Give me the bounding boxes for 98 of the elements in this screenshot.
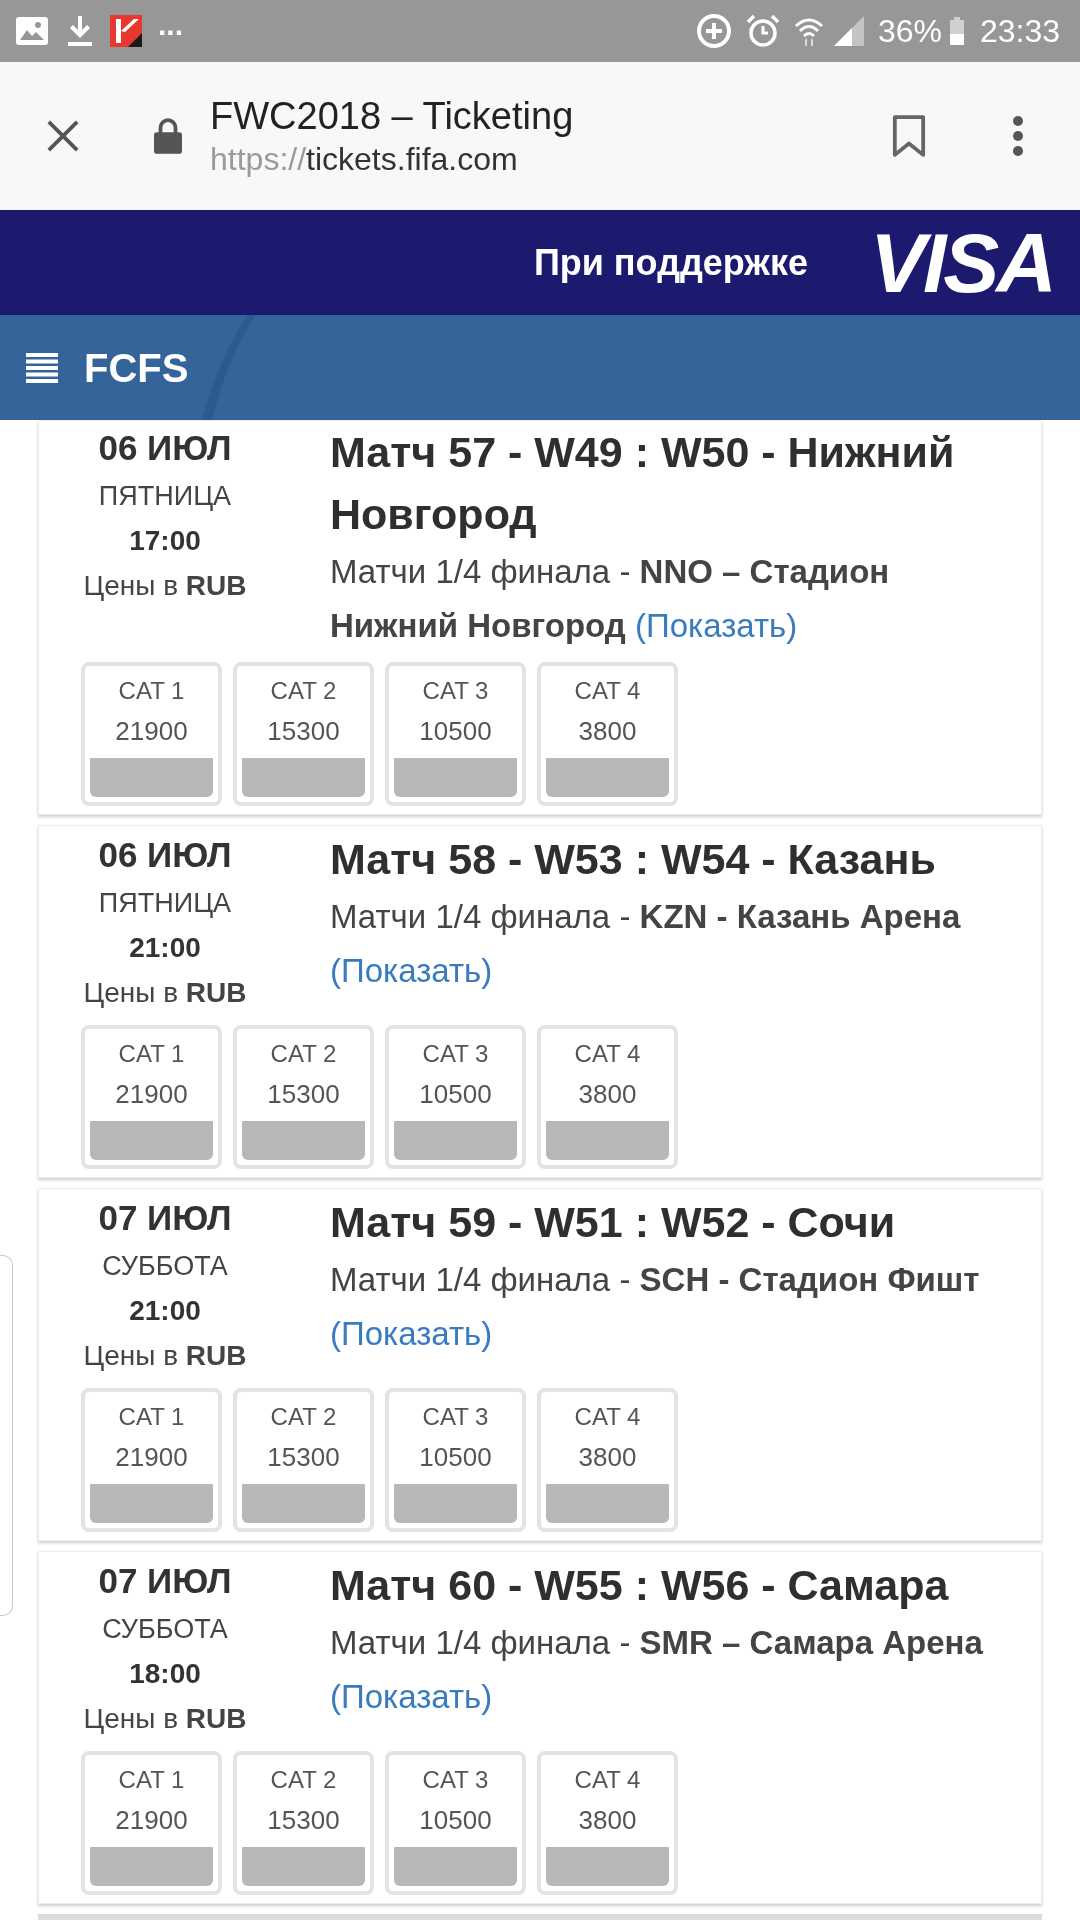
category-label: CAT 3 xyxy=(422,1039,489,1069)
match-weekday: СУББОТА xyxy=(102,1613,228,1646)
category-price: 10500 xyxy=(419,1078,492,1111)
category-label: CAT 2 xyxy=(270,676,337,706)
category-label: CAT 1 xyxy=(118,1402,185,1432)
category-tile[interactable]: CAT 1 21900 xyxy=(81,1025,222,1169)
show-link[interactable]: (Показать) xyxy=(330,952,493,989)
page-title: FWC2018 – Ticketing xyxy=(210,94,574,139)
category-tile[interactable]: CAT 4 3800 xyxy=(537,1025,678,1169)
edge-panel-handle[interactable] xyxy=(0,1255,13,1616)
match-venue: Матчи 1/4 финала - SCH - Стадион Фишт (Показать) xyxy=(330,1260,981,1354)
category-label: CAT 4 xyxy=(574,1402,641,1432)
page-url[interactable]: https://tickets.fifa.com xyxy=(210,139,574,179)
category-label: CAT 2 xyxy=(270,1765,337,1795)
show-link[interactable]: (Показать) xyxy=(634,607,798,644)
category-tile[interactable]: CAT 3 10500 xyxy=(385,662,526,806)
menu-icon[interactable] xyxy=(26,352,58,383)
category-label: CAT 3 xyxy=(422,1765,489,1795)
sponsor-label: При поддержке xyxy=(533,240,808,285)
alarm-clock-icon xyxy=(745,14,780,48)
category-price: 21900 xyxy=(115,1804,188,1837)
category-price: 10500 xyxy=(419,1804,492,1837)
match-weekday: ПЯТНИЦА xyxy=(98,480,232,513)
category-label: CAT 3 xyxy=(422,1402,489,1432)
price-currency: Цены в RUB xyxy=(83,976,247,1010)
match-weekday: ПЯТНИЦА xyxy=(98,887,232,920)
battery-icon xyxy=(949,17,964,45)
signal-icon xyxy=(833,16,864,46)
category-tile[interactable]: CAT 2 15300 xyxy=(233,1388,374,1532)
category-label: CAT 4 xyxy=(574,1765,641,1795)
category-tile[interactable]: CAT 4 3800 xyxy=(537,662,678,806)
price-currency: Цены в RUB xyxy=(83,1702,247,1736)
category-price: 15300 xyxy=(267,1441,340,1474)
close-icon[interactable] xyxy=(46,119,80,153)
clock-time: 23:33 xyxy=(979,13,1060,49)
category-price: 21900 xyxy=(115,1078,188,1111)
category-label: CAT 2 xyxy=(270,1039,337,1069)
match-title: Матч 57 - W49 : W50 - Нижний Новгород xyxy=(330,427,956,540)
lock-icon[interactable] xyxy=(154,118,182,154)
category-price: 3800 xyxy=(578,1804,637,1837)
category-price: 10500 xyxy=(419,1441,492,1474)
category-price: 21900 xyxy=(115,715,188,748)
match-date: 06 ИЮЛ xyxy=(98,834,232,876)
bookmark-icon[interactable] xyxy=(892,114,926,158)
match-title: Матч 58 - W53 : W54 - Казань xyxy=(330,834,937,885)
category-tile[interactable]: CAT 2 15300 xyxy=(233,1025,374,1169)
match-venue: Матчи 1/4 финала - NNO – Стадион Нижний Новгород (Показать) xyxy=(330,552,891,646)
match-time: 21:00 xyxy=(129,931,201,965)
more-notifications-text: ... xyxy=(158,10,183,43)
match-time: 21:00 xyxy=(129,1294,201,1328)
category-tile[interactable]: CAT 3 10500 xyxy=(385,1388,526,1532)
sponsor-logo: VISA xyxy=(869,220,1054,305)
category-tile[interactable]: CAT 3 10500 xyxy=(385,1025,526,1169)
match-title: Матч 59 - W51 : W52 - Сочи xyxy=(330,1197,897,1248)
price-currency: Цены в RUB xyxy=(83,569,247,603)
match-date: 07 ИЮЛ xyxy=(98,1197,232,1239)
category-tile[interactable]: CAT 1 21900 xyxy=(81,1388,222,1532)
match-venue: Матчи 1/4 финала - KZN - Казань Арена (Показать) xyxy=(330,897,962,991)
category-price: 15300 xyxy=(267,1078,340,1111)
category-tile[interactable]: CAT 2 15300 xyxy=(233,662,374,806)
battery-percent: 36% xyxy=(877,13,942,49)
plus-circle-icon xyxy=(695,13,732,49)
category-price: 3800 xyxy=(578,1441,637,1474)
price-currency: Цены в RUB xyxy=(83,1339,247,1373)
show-link[interactable]: (Показать) xyxy=(330,1678,493,1715)
more-vertical-icon[interactable] xyxy=(1012,115,1024,157)
category-label: CAT 1 xyxy=(118,676,185,706)
category-label: CAT 1 xyxy=(118,1039,185,1069)
category-label: CAT 3 xyxy=(422,676,489,706)
category-tile[interactable]: CAT 2 15300 xyxy=(233,1751,374,1895)
category-label: CAT 4 xyxy=(574,676,641,706)
category-price: 3800 xyxy=(578,715,637,748)
app-icon xyxy=(110,15,142,47)
match-weekday: СУББОТА xyxy=(102,1250,228,1283)
category-label: CAT 1 xyxy=(118,1765,185,1795)
download-icon xyxy=(68,16,92,46)
match-time: 17:00 xyxy=(129,524,201,558)
image-icon xyxy=(16,17,48,45)
show-link[interactable]: (Показать) xyxy=(330,1315,493,1352)
category-price: 3800 xyxy=(578,1078,637,1111)
match-time: 18:00 xyxy=(129,1657,201,1691)
wifi-icon xyxy=(793,16,824,46)
match-date: 07 ИЮЛ xyxy=(98,1560,232,1602)
category-tile[interactable]: CAT 4 3800 xyxy=(537,1388,678,1532)
nav-title: FCFS xyxy=(84,344,189,392)
category-price: 10500 xyxy=(419,715,492,748)
category-tile[interactable]: CAT 4 3800 xyxy=(537,1751,678,1895)
category-tile[interactable]: CAT 1 21900 xyxy=(81,662,222,806)
match-date: 06 ИЮЛ xyxy=(98,427,232,469)
category-tile[interactable]: CAT 3 10500 xyxy=(385,1751,526,1895)
category-tile[interactable]: CAT 1 21900 xyxy=(81,1751,222,1895)
match-venue: Матчи 1/4 финала - SMR – Самара Арена (Показать) xyxy=(330,1623,984,1717)
category-price: 15300 xyxy=(267,1804,340,1837)
category-price: 15300 xyxy=(267,715,340,748)
category-label: CAT 4 xyxy=(574,1039,641,1069)
match-title: Матч 60 - W55 : W56 - Самара xyxy=(330,1560,950,1611)
category-label: CAT 2 xyxy=(270,1402,337,1432)
category-price: 21900 xyxy=(115,1441,188,1474)
